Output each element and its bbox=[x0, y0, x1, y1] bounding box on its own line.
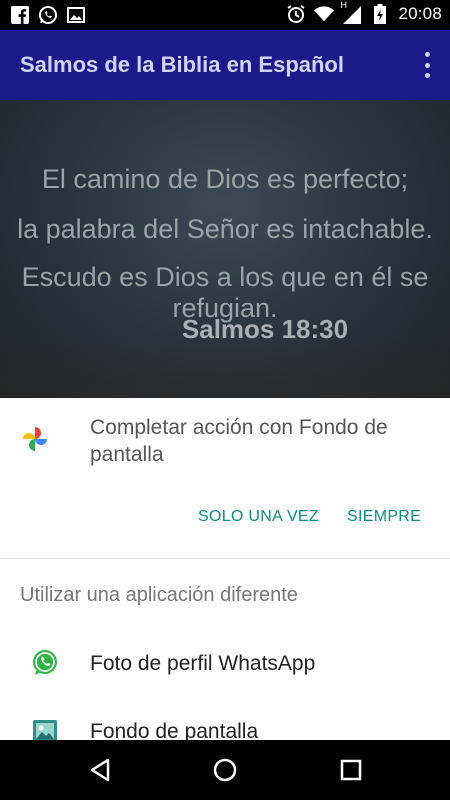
recents-icon[interactable] bbox=[337, 756, 365, 784]
gallery-icon bbox=[33, 720, 57, 740]
clock: 20:08 bbox=[398, 4, 442, 23]
divider bbox=[0, 558, 450, 559]
app-bar: Salmos de la Biblia en Español bbox=[0, 30, 450, 100]
home-icon[interactable] bbox=[211, 756, 239, 784]
app-item-wallpaper[interactable]: Fondo de pantalla bbox=[0, 702, 450, 740]
facebook-icon bbox=[10, 4, 30, 26]
system-icons: H 20:08 bbox=[286, 0, 442, 25]
app-item-label: Foto de perfil WhatsApp bbox=[90, 652, 316, 675]
whatsapp-icon bbox=[38, 4, 58, 26]
app-item-whatsapp-profile-photo[interactable]: Foto de perfil WhatsApp bbox=[0, 634, 450, 702]
back-icon[interactable] bbox=[86, 756, 114, 784]
signal-h-icon: H bbox=[340, 0, 362, 25]
app-chooser-sheet: Completar acción con Fondo de pantalla S… bbox=[0, 398, 450, 740]
google-photos-pinwheel-icon bbox=[23, 427, 47, 451]
complete-action-text: Completar acción con Fondo de pantalla bbox=[90, 416, 388, 466]
use-different-app-heading: Utilizar una aplicación diferente bbox=[20, 584, 298, 606]
navigation-bar bbox=[0, 740, 450, 800]
notification-icons bbox=[10, 4, 86, 26]
complete-action-row: Completar acción con Fondo de pantalla S… bbox=[0, 398, 450, 558]
wifi-icon bbox=[314, 3, 335, 25]
just-once-button[interactable]: SOLO UNA VEZ bbox=[198, 508, 319, 526]
always-button[interactable]: SIEMPRE bbox=[347, 508, 421, 526]
verse-reference: Salmos 18:30 bbox=[181, 314, 349, 344]
overflow-menu-icon[interactable] bbox=[422, 52, 432, 78]
whatsapp-icon bbox=[33, 650, 57, 675]
status-bar: H 20:08 bbox=[0, 0, 450, 30]
alarm-icon bbox=[286, 3, 306, 25]
app-title: Salmos de la Biblia en Español bbox=[20, 52, 344, 77]
verse-line-2: la palabra del Señor es intachable. bbox=[17, 214, 433, 244]
verse-line-1: El camino de Dios es perfecto; bbox=[41, 164, 409, 194]
image-icon bbox=[66, 4, 86, 26]
psalm-image: El camino de Dios es perfecto; la palabr… bbox=[0, 100, 450, 398]
battery-icon bbox=[370, 3, 390, 25]
app-item-label: Fondo de pantalla bbox=[90, 720, 259, 740]
